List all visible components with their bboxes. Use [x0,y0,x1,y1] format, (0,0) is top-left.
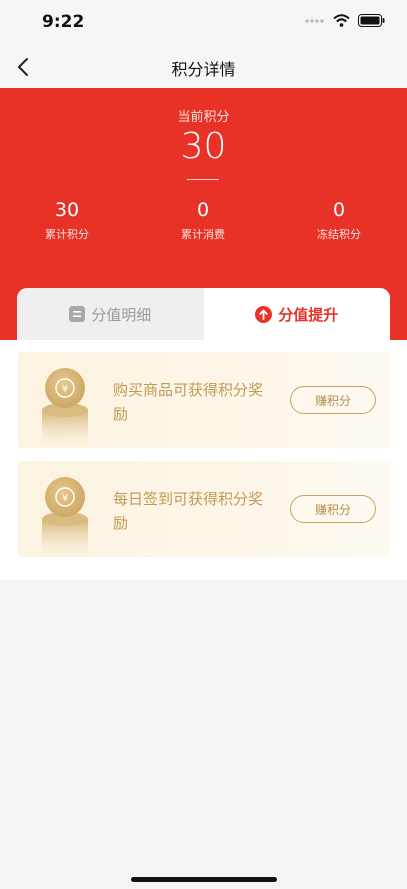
tab-label: 分值提升 [278,305,339,324]
stat-frozen: 0 冻结积分 [284,198,394,242]
signal-icon [305,18,324,23]
divider [187,179,219,180]
arrow-up-circle-icon [255,305,273,323]
nav-bar: 积分详情 [0,46,407,88]
wifi-icon [333,14,350,27]
current-points-label: 当前积分 [177,110,230,125]
stat-label: 累计积分 [45,228,89,241]
status-icons [305,14,385,27]
earn-points-button[interactable]: 赚积分 [290,495,376,523]
card-description: 每日签到可获得积分奖励 [113,490,264,532]
earn-points-button[interactable]: 赚积分 [290,386,376,414]
stat-value: 0 [196,199,210,221]
tab-points-detail[interactable]: 分值明细 [17,288,204,340]
svg-text:¥: ¥ [62,493,68,504]
coin-icon: ¥ [40,368,90,448]
tab-points-boost[interactable]: 分值提升 [203,288,390,340]
earn-card-purchase: ¥ 购买商品可获得积分奖励 赚积分 [18,352,391,448]
list-icon [69,306,86,322]
svg-text:¥: ¥ [62,384,68,395]
stat-label: 累计消费 [181,228,225,241]
battery-icon [358,14,385,27]
stat-value: 30 [54,199,80,221]
current-points-value: 30 [180,126,227,167]
coin-icon: ¥ [40,477,90,557]
stat-total-spent: 0 累计消费 [148,198,258,242]
card-description: 购买商品可获得积分奖励 [113,381,264,423]
home-indicator[interactable] [131,877,277,882]
stat-value: 0 [332,199,346,221]
stat-label: 冻结积分 [317,228,361,241]
page-title: 积分详情 [171,60,236,79]
status-bar: 9:22 [0,0,407,46]
tab-bar: 分值明细 分值提升 [17,288,390,340]
tab-label: 分值明细 [91,305,152,324]
stat-total-earned: 30 累计积分 [12,198,122,242]
status-time: 9:22 [42,12,85,32]
earn-card-checkin: ¥ 每日签到可获得积分奖励 赚积分 [18,461,391,557]
